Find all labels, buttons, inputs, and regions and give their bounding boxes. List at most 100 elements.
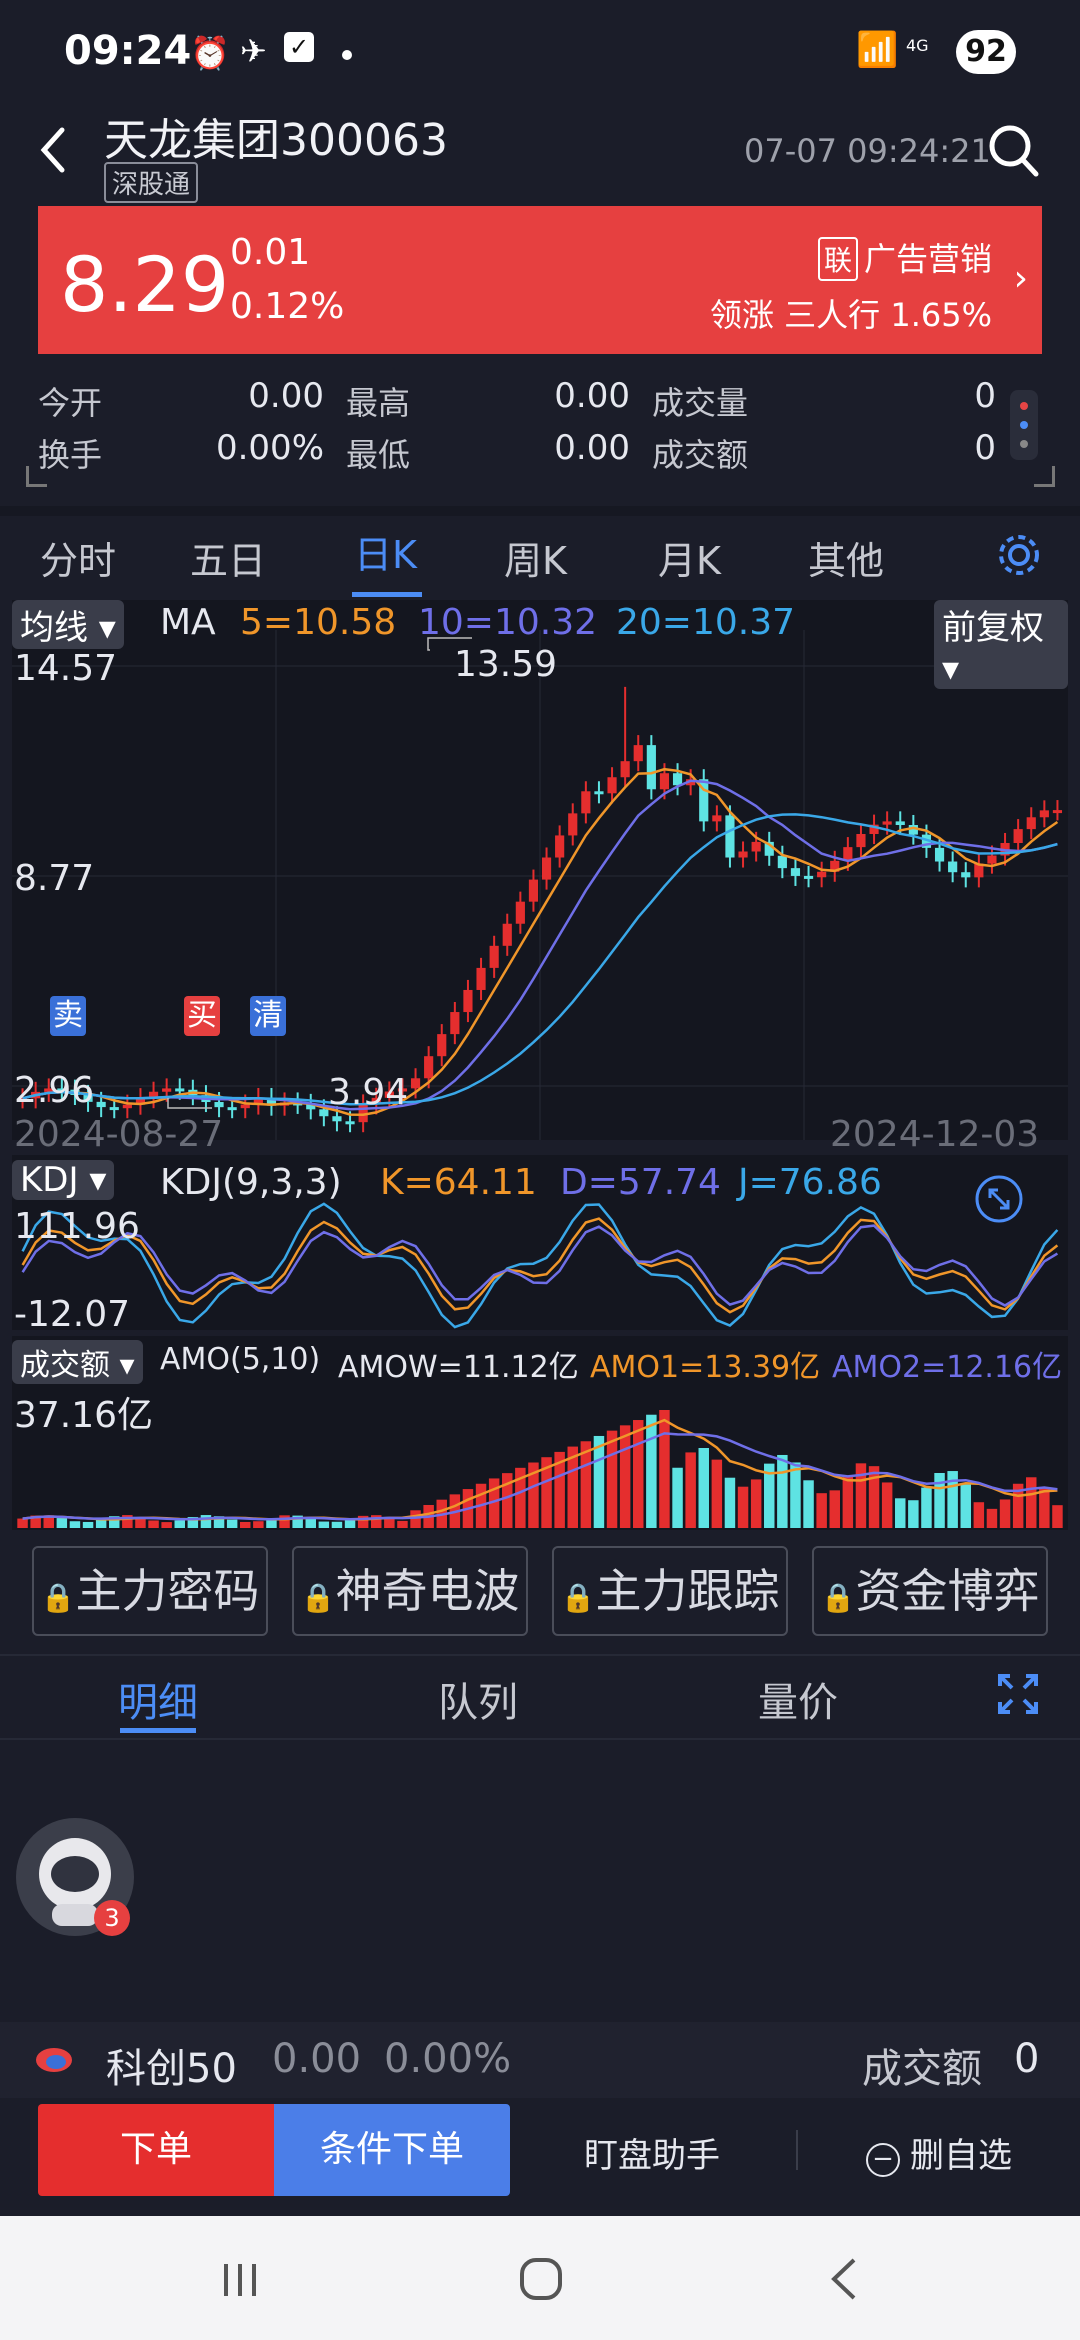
- amo-ymax-label: 37.16亿: [14, 1395, 154, 1436]
- tab-monthly-k[interactable]: 月K: [658, 530, 721, 585]
- candle-body: [541, 857, 552, 880]
- feature-main-track-button[interactable]: 🔒主力跟踪: [552, 1546, 788, 1636]
- kline-chart[interactable]: 均线 ▾ MA 5=10.58 10=10.32 20=10.37 前复权 ▾ …: [12, 600, 1068, 1530]
- back-icon[interactable]: [34, 120, 74, 180]
- tab-weekly-k[interactable]: 周K: [504, 530, 567, 585]
- tab-intraday[interactable]: 分时: [40, 530, 116, 585]
- volume-bar: [921, 1487, 932, 1528]
- volume-bar: [253, 1521, 264, 1528]
- search-icon[interactable]: [984, 118, 1044, 182]
- monitor-assistant-button[interactable]: 盯盘助手: [584, 2128, 720, 2177]
- y-min-label: 2.96: [14, 1070, 95, 1111]
- volume-bar: [331, 1521, 343, 1528]
- signal-buy[interactable]: 买: [184, 996, 220, 1036]
- tab-queue[interactable]: 队列: [438, 1670, 518, 1728]
- candle-body: [450, 1012, 460, 1035]
- stat-value: 0.00%: [215, 428, 324, 468]
- expand-corner-left: [26, 466, 47, 487]
- lock-icon: 🔒: [40, 1581, 76, 1614]
- market-tag: 深股通: [104, 162, 199, 203]
- candle-body: [424, 1056, 434, 1079]
- signal-clear[interactable]: 清: [250, 996, 286, 1036]
- volume-bar: [56, 1518, 68, 1528]
- tab-detail[interactable]: 明细: [118, 1670, 198, 1728]
- conditional-order-button[interactable]: 条件下单: [274, 2104, 510, 2196]
- zoom-chart-icon[interactable]: [974, 1174, 1024, 1224]
- kdj-params: KDJ(9,3,3): [160, 1162, 342, 1203]
- volume-bar: [148, 1520, 159, 1528]
- assistant-avatar[interactable]: 3: [16, 1818, 134, 1936]
- index-pct: 0.00%: [384, 2036, 512, 2082]
- candle-body: [633, 745, 643, 762]
- candle-body: [476, 967, 486, 990]
- remove-watchlist-button[interactable]: − 删自选: [866, 2128, 1012, 2177]
- more-stats-icon[interactable]: [1010, 390, 1038, 460]
- candle-body: [659, 773, 670, 790]
- candle-body: [581, 791, 591, 814]
- volume-bar: [619, 1425, 631, 1528]
- volume-bar: [593, 1435, 605, 1528]
- assistant-badge: 3: [94, 1900, 130, 1936]
- volume-bar: [69, 1521, 81, 1528]
- index-ticker-row[interactable]: 科创50 0.00 0.00% 成交额 0: [0, 2022, 1080, 2098]
- feature-fund-game-button[interactable]: 🔒资金博弈: [812, 1546, 1048, 1636]
- fullscreen-icon[interactable]: [996, 1672, 1040, 1716]
- candle-body: [515, 901, 525, 924]
- ma-indicator-dropdown[interactable]: 均线 ▾: [12, 600, 124, 649]
- action-bar: 下单 条件下单 盯盘助手 − 删自选: [0, 2098, 1080, 2216]
- feature-main-code-button[interactable]: 🔒主力密码: [32, 1546, 268, 1636]
- volume-bar: [82, 1521, 94, 1528]
- index-name: 科创50: [106, 2046, 237, 2092]
- price-card[interactable]: 8.29 0.01 0.12% 联广告营销 领涨 三人行 1.65% ›: [38, 206, 1042, 354]
- kdj-ymin-label: -12.07: [14, 1294, 131, 1335]
- lock-icon: 🔒: [300, 1581, 336, 1614]
- volume-bar: [803, 1480, 814, 1528]
- candle-body: [620, 761, 630, 778]
- status-bar: 09:24 ⏰ ✈ ✓ 📶 4G 92: [0, 0, 1080, 100]
- kdj-ymax-label: 111.96: [14, 1206, 140, 1247]
- recent-apps-icon[interactable]: [218, 2260, 262, 2300]
- candle-body: [96, 1101, 106, 1108]
- dot-icon: [342, 50, 352, 60]
- tab-five-day[interactable]: 五日: [190, 530, 266, 585]
- index-amount: 0: [1014, 2036, 1040, 2082]
- check-notification-icon: ✓: [284, 32, 314, 62]
- back-nav-icon[interactable]: [826, 2256, 862, 2302]
- tab-daily-k[interactable]: 日K: [354, 524, 417, 579]
- candle-body: [227, 1107, 237, 1111]
- price-change-pct: 0.12%: [230, 286, 345, 327]
- amo-amow: AMOW=11.12亿: [338, 1350, 579, 1385]
- candle-body: [817, 871, 827, 878]
- index-logo-icon: [34, 2044, 74, 2076]
- settings-gear-icon[interactable]: [994, 530, 1044, 580]
- stat-label: 最低: [346, 436, 411, 474]
- tab-volume-price[interactable]: 量价: [758, 1670, 838, 1728]
- order-button[interactable]: 下单: [38, 2104, 274, 2196]
- volume-bar: [842, 1475, 854, 1528]
- divider: [796, 2130, 798, 2170]
- adjust-dropdown[interactable]: 前复权 ▾: [934, 600, 1068, 689]
- sector-link[interactable]: 联广告营销: [817, 234, 992, 281]
- tab-other[interactable]: 其他: [808, 530, 884, 585]
- amo-amo2: AMO2=12.16亿: [832, 1350, 1063, 1385]
- feature-magic-wave-button[interactable]: 🔒神奇电波: [292, 1546, 528, 1636]
- candle-body: [725, 815, 735, 858]
- volume-bar: [397, 1520, 408, 1528]
- kdj-indicator-dropdown[interactable]: KDJ ▾: [12, 1160, 115, 1200]
- candle-body: [489, 945, 499, 968]
- volume-bar: [711, 1459, 723, 1528]
- stat-label: 今开: [38, 384, 103, 422]
- signal-sell[interactable]: 卖: [50, 996, 86, 1036]
- volume-bar: [960, 1484, 971, 1528]
- status-time: 09:24: [64, 28, 192, 74]
- home-icon[interactable]: [518, 2256, 564, 2302]
- amo-indicator-dropdown[interactable]: 成交额 ▾: [12, 1340, 143, 1384]
- volume-bar: [698, 1447, 709, 1528]
- candle-body: [410, 1078, 421, 1089]
- candle-body: [162, 1088, 172, 1092]
- wifi-icon: 📶: [856, 30, 899, 70]
- expand-corner-right: [1034, 466, 1055, 487]
- tab-indicator: [352, 592, 422, 597]
- volume-bar: [1052, 1505, 1063, 1528]
- candle-body: [437, 1034, 447, 1057]
